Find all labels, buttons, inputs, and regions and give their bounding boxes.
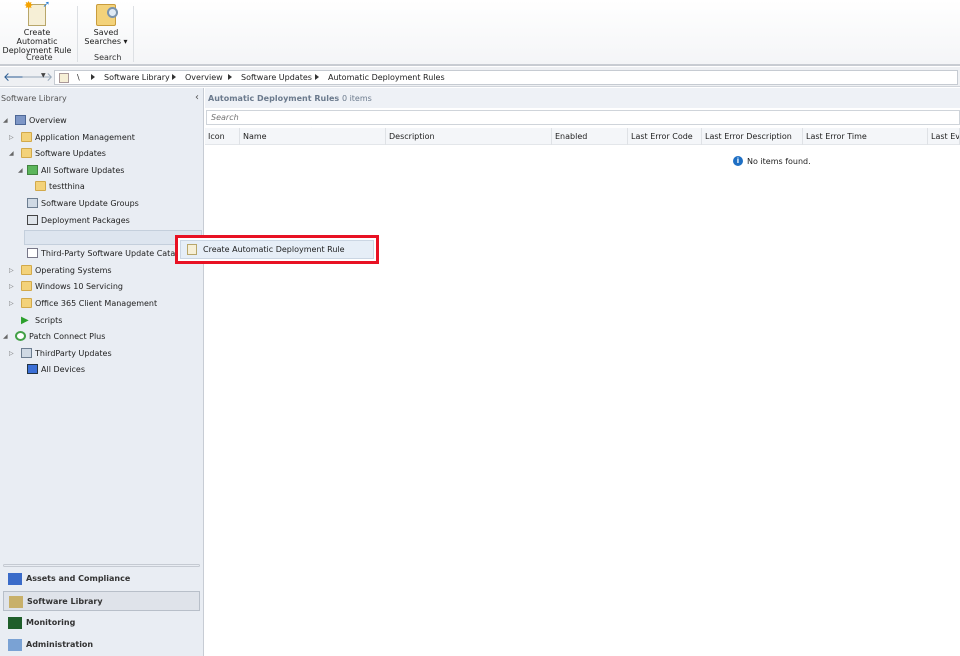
- tree-expander-icon[interactable]: ▷: [9, 296, 14, 311]
- breadcrumb-arrow-icon[interactable]: [228, 74, 232, 80]
- forward-button[interactable]: 🡒: [21, 69, 53, 84]
- tree-expander-icon[interactable]: ▷: [9, 346, 14, 361]
- create-rule-icon: ✸ ➚: [24, 0, 50, 26]
- workspace-assets-and-compliance[interactable]: Assets and Compliance: [3, 569, 200, 589]
- tree-item-label: ThirdParty Updates: [35, 349, 112, 358]
- node-icon: [27, 364, 38, 374]
- node-icon: [15, 331, 26, 341]
- results-pane: Automatic Deployment Rules 0 items ▲: [205, 88, 960, 656]
- pane-title: Software Library: [1, 94, 67, 103]
- tree-expander-icon[interactable]: ▷: [9, 263, 14, 278]
- column-header-last-eva[interactable]: Last Eva: [928, 128, 960, 145]
- breadcrumb-adr[interactable]: Automatic Deployment Rules: [328, 73, 445, 82]
- group-create: Create: [26, 53, 53, 62]
- breadcrumb-software-library[interactable]: Software Library: [104, 73, 170, 82]
- node-icon: [15, 115, 26, 125]
- address-bar[interactable]: \ Software Library Overview Software Upd…: [54, 70, 958, 85]
- tree-item-label: testthina: [49, 182, 85, 191]
- tree-expander-icon[interactable]: ▷: [9, 130, 14, 145]
- column-header-icon[interactable]: Icon: [205, 128, 240, 145]
- workspace-monitoring[interactable]: Monitoring: [3, 613, 200, 633]
- highlight-box: Create Automatic Deployment Rule: [175, 235, 379, 264]
- tree-expander-icon[interactable]: ◢: [9, 146, 14, 161]
- column-header-last-error-description[interactable]: Last Error Description: [702, 128, 803, 145]
- tree-expander-icon[interactable]: ◢: [18, 163, 23, 178]
- workspace-label: Monitoring: [26, 618, 76, 627]
- tree-item-label: Software Update Groups: [41, 199, 139, 208]
- column-header-description[interactable]: Description: [386, 128, 552, 145]
- context-menu-item-create-adr[interactable]: Create Automatic Deployment Rule: [180, 240, 374, 259]
- node-icon: [21, 348, 32, 358]
- tree-item-label: Software Updates: [35, 149, 106, 158]
- tree-item-label: Windows 10 Servicing: [35, 282, 123, 291]
- column-header-name[interactable]: Name: [240, 128, 386, 145]
- results-header: Automatic Deployment Rules 0 items: [208, 94, 372, 103]
- tree-item-label: Third-Party Software Update Catalogs: [41, 249, 192, 258]
- folder-icon: [21, 265, 32, 275]
- empty-message: No items found.: [747, 157, 811, 166]
- tree-expander-icon[interactable]: ▷: [9, 279, 14, 294]
- tree-item-label: Office 365 Client Management: [35, 299, 158, 308]
- folder-icon: [21, 148, 32, 158]
- tree-item-label: Application Management: [35, 133, 135, 142]
- folder-icon: [21, 281, 32, 291]
- folder-icon: [21, 298, 32, 308]
- ribbon-divider: [133, 6, 134, 62]
- folder-icon: [21, 132, 32, 142]
- breadcrumb-overview[interactable]: Overview: [185, 73, 223, 82]
- group-search: Search: [94, 53, 122, 62]
- item-count: 0 items: [341, 94, 372, 103]
- breadcrumb-arrow-icon[interactable]: [315, 74, 319, 80]
- column-header-enabled[interactable]: Enabled: [552, 128, 628, 145]
- column-header-last-error-code[interactable]: Last Error Code: [628, 128, 702, 145]
- results-title: Automatic Deployment Rules: [208, 94, 340, 103]
- workspace-icon: [9, 596, 23, 608]
- create-adr-label: Create Automatic: [16, 28, 58, 46]
- node-icon: [27, 198, 38, 208]
- history-dropdown[interactable]: ▼: [41, 72, 46, 79]
- column-header-last-error-time[interactable]: Last Error Time: [803, 128, 928, 145]
- info-icon: i: [733, 156, 743, 166]
- navigation-pane: Software Library ‹ ◢ Overview ▷ Application…: [0, 88, 204, 656]
- workspace-icon: [8, 573, 22, 585]
- folder-icon: [35, 181, 46, 191]
- breadcrumb-arrow-icon[interactable]: [172, 74, 176, 80]
- context-menu-label: Create Automatic Deployment Rule: [203, 245, 345, 254]
- workspace-administration[interactable]: Administration: [3, 635, 200, 655]
- workspace-icon: [8, 639, 22, 651]
- create-adr-button[interactable]: ✸ ➚ Create Automatic Deployment Rule: [2, 0, 72, 55]
- tree-item-label: All Devices: [41, 365, 85, 374]
- saved-searches-label-2: Searches ▾: [84, 37, 128, 46]
- ribbon: ✸ ➚ Create Automatic Deployment Rule Crea…: [0, 0, 960, 66]
- ribbon-divider: [77, 6, 78, 62]
- saved-searches-button[interactable]: Saved Searches ▾: [82, 4, 130, 46]
- node-icon: [27, 215, 38, 225]
- node-icon: [27, 165, 38, 175]
- tree-expander-icon[interactable]: ◢: [3, 329, 8, 344]
- workspace-label: Assets and Compliance: [26, 574, 131, 583]
- collapse-pane-button[interactable]: ‹: [195, 92, 199, 103]
- search-input[interactable]: [206, 110, 960, 125]
- breadcrumb-software-updates[interactable]: Software Updates: [241, 73, 312, 82]
- saved-searches-label: Saved: [93, 28, 119, 37]
- scripts-icon: ▶: [21, 315, 29, 326]
- splitter[interactable]: [3, 564, 200, 567]
- tree-item-label: Operating Systems: [35, 266, 112, 275]
- breadcrumb-root[interactable]: \: [77, 73, 80, 82]
- workspace-label: Software Library: [27, 597, 103, 606]
- tree-item-label: Scripts: [35, 316, 63, 325]
- saved-searches-icon: [96, 4, 118, 26]
- tree-item-label: Deployment Packages: [41, 216, 130, 225]
- tree-item-label: Patch Connect Plus: [29, 332, 106, 341]
- tree-expander-icon[interactable]: ◢: [3, 113, 8, 128]
- tree-item-label: Overview: [29, 116, 67, 125]
- node-icon: [59, 73, 69, 83]
- create-rule-icon: [187, 244, 197, 255]
- tree-item-label: All Software Updates: [41, 166, 125, 175]
- workspace-icon: [8, 617, 22, 629]
- breadcrumb-arrow-icon[interactable]: [91, 74, 95, 80]
- workspace-label: Administration: [26, 640, 94, 649]
- workspace-software-library[interactable]: Software Library: [3, 591, 200, 611]
- node-icon: [27, 248, 38, 258]
